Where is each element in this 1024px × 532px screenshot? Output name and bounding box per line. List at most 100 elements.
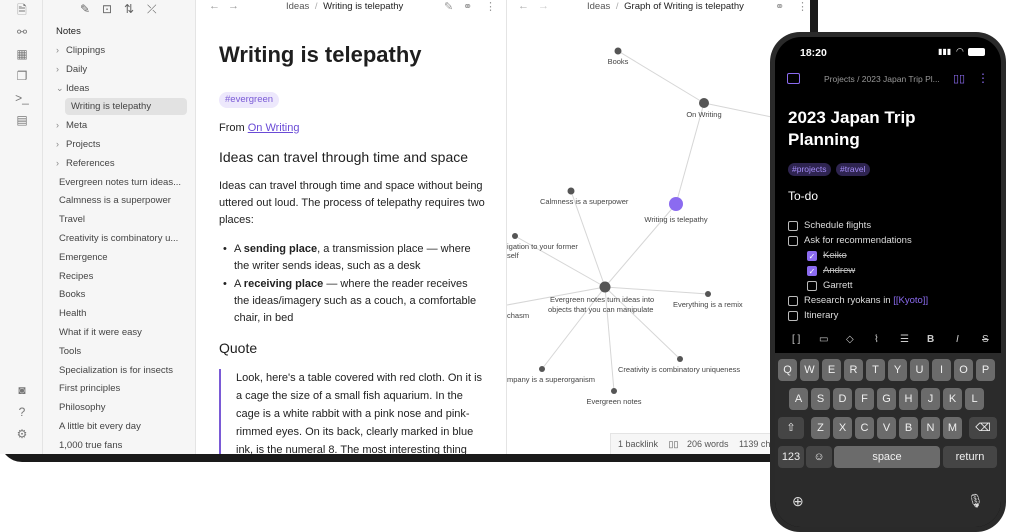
kyoto-link[interactable]: [[Kyoto]] [893, 295, 928, 306]
sidebar-file[interactable]: First principles [59, 380, 194, 397]
key-o[interactable]: O [954, 359, 973, 381]
shift-key-icon[interactable]: ⇧ [778, 417, 804, 439]
attachment-icon[interactable]: ⌇ [874, 334, 879, 345]
key-i[interactable]: I [932, 359, 951, 381]
graph-node-remix[interactable] [705, 291, 711, 297]
canvas-icon[interactable]: ▤ [14, 112, 30, 128]
strikethrough-icon[interactable]: S [982, 334, 989, 345]
back-arrow-icon[interactable]: ← [209, 0, 220, 12]
key-t[interactable]: T [866, 359, 885, 381]
terminal-icon[interactable]: >_ [14, 90, 30, 106]
list-icon[interactable]: ☰ [900, 334, 909, 345]
key-h[interactable]: H [899, 388, 918, 410]
new-note-icon[interactable]: ✎ [80, 2, 90, 16]
backspace-key-icon[interactable]: ⌫ [969, 417, 997, 439]
edit-pencil-icon[interactable]: ✎ [444, 0, 453, 13]
graph-node-nav[interactable] [512, 233, 518, 239]
key-e[interactable]: E [822, 359, 841, 381]
copy-icon[interactable]: ❐ [14, 68, 30, 84]
italic-icon[interactable]: I [956, 334, 959, 345]
more-options-icon[interactable]: ⋮ [485, 0, 496, 13]
key-m[interactable]: M [943, 417, 962, 439]
todo-checkbox[interactable] [807, 281, 817, 291]
key-l[interactable]: L [965, 388, 984, 410]
breadcrumb-folder[interactable]: Ideas [286, 1, 309, 12]
graph-node-evn[interactable] [611, 388, 617, 394]
todo-checkbox[interactable] [788, 236, 798, 246]
sidebar-file[interactable]: Tools [59, 343, 194, 360]
help-icon[interactable]: ? [14, 404, 30, 420]
tag-travel[interactable]: #travel [836, 163, 870, 176]
vault-icon[interactable]: ◙ [14, 382, 30, 398]
key-x[interactable]: X [833, 417, 852, 439]
key-c[interactable]: C [855, 417, 874, 439]
todo-checkbox[interactable] [788, 311, 798, 321]
calendar-icon[interactable]: ▦ [14, 46, 30, 62]
key-n[interactable]: N [921, 417, 940, 439]
brackets-icon[interactable]: [ ] [792, 334, 800, 345]
graph-node-books[interactable] [614, 47, 622, 55]
graph-canvas[interactable]: Books On Writing Calmness is a superpower W… [507, 0, 810, 454]
forward-arrow-icon[interactable]: → [228, 0, 239, 12]
sidebar-toggle-icon[interactable] [787, 73, 800, 84]
key-p[interactable]: P [976, 359, 995, 381]
numbers-key[interactable]: 123 [778, 446, 804, 468]
sidebar-file[interactable]: Philosophy [59, 399, 194, 416]
more-options-icon[interactable]: ⋮ [977, 71, 989, 85]
microphone-icon[interactable]: 🎙 [967, 493, 984, 509]
sidebar-folder[interactable]: › Daily [56, 61, 191, 78]
sidebar-folder[interactable]: › Clippings [56, 42, 191, 59]
files-icon[interactable]: 🗎 [14, 2, 30, 18]
emoji-key-icon[interactable]: ☺ [806, 446, 832, 468]
sidebar-file[interactable]: 1,000 true fans [59, 437, 194, 454]
sidebar-file[interactable]: What if it were easy [59, 324, 194, 341]
new-folder-icon[interactable]: ⊡ [102, 2, 112, 16]
key-y[interactable]: Y [888, 359, 907, 381]
on-writing-link[interactable]: On Writing [248, 122, 300, 134]
sidebar-file[interactable]: A little bit every day [59, 418, 194, 435]
key-b[interactable]: B [899, 417, 918, 439]
sidebar-folder[interactable]: › Meta [56, 117, 191, 134]
sidebar-folder[interactable]: ⌄ Ideas [56, 80, 191, 97]
key-w[interactable]: W [800, 359, 819, 381]
sidebar-file[interactable]: Specialization is for insects [59, 362, 194, 379]
graph-node-calm[interactable] [567, 187, 575, 195]
key-g[interactable]: G [877, 388, 896, 410]
sidebar-file[interactable]: Writing is telepathy [65, 98, 187, 116]
graph-node-wit[interactable] [669, 197, 683, 211]
collapse-icon[interactable]: ⤫ [147, 2, 157, 17]
todo-checkbox[interactable]: ✓ [807, 266, 817, 276]
key-r[interactable]: R [844, 359, 863, 381]
todo-checkbox[interactable]: ✓ [807, 251, 817, 261]
space-key[interactable]: space [834, 446, 940, 468]
bold-icon[interactable]: B [927, 334, 934, 345]
sidebar-folder[interactable]: › References [56, 155, 191, 172]
todo-checkbox[interactable] [788, 221, 798, 231]
sort-icon[interactable]: ⇅ [124, 2, 134, 16]
return-key[interactable]: return [943, 446, 997, 468]
backlink-count[interactable]: 1 backlink [618, 439, 658, 449]
breadcrumb-file[interactable]: Writing is telepathy [323, 1, 403, 12]
graph-node-company[interactable] [539, 366, 545, 372]
key-j[interactable]: J [921, 388, 940, 410]
link-icon[interactable]: ⚭ [463, 0, 472, 13]
sidebar-file[interactable]: Evergreen notes turn ideas... [59, 174, 194, 191]
key-s[interactable]: S [811, 388, 830, 410]
tag-projects[interactable]: #projects [788, 163, 831, 176]
key-v[interactable]: V [877, 417, 896, 439]
sidebar-file[interactable]: Recipes [59, 268, 194, 285]
key-u[interactable]: U [910, 359, 929, 381]
key-f[interactable]: F [855, 388, 874, 410]
graph-icon[interactable]: ⚯ [14, 24, 30, 40]
key-q[interactable]: Q [778, 359, 797, 381]
key-z[interactable]: Z [811, 417, 830, 439]
reading-mode-icon[interactable]: ▯▯ [953, 72, 965, 85]
graph-node-creat[interactable] [677, 356, 683, 362]
tag-evergreen[interactable]: #evergreen [219, 92, 280, 108]
graph-node-onwriting[interactable] [699, 98, 709, 108]
key-d[interactable]: D [833, 388, 852, 410]
key-a[interactable]: A [789, 388, 808, 410]
settings-gear-icon[interactable]: ⚙ [14, 426, 30, 442]
sidebar-file[interactable]: Books [59, 286, 194, 303]
key-k[interactable]: K [943, 388, 962, 410]
